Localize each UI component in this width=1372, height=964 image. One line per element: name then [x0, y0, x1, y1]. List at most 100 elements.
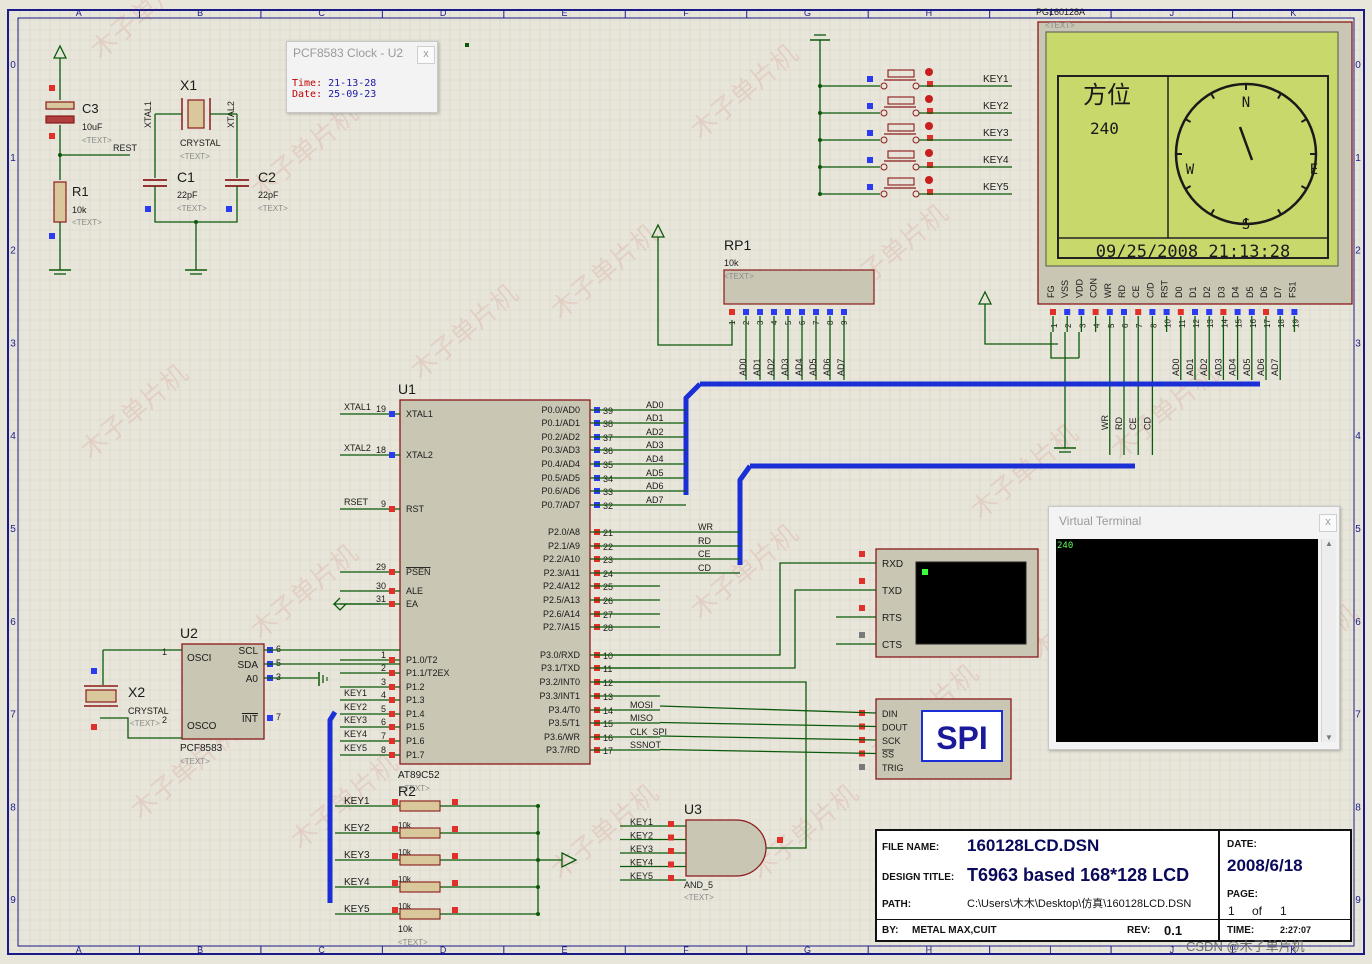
pin-marker[interactable] — [452, 826, 458, 832]
switch-led[interactable] — [925, 176, 933, 184]
pin-marker[interactable] — [859, 605, 865, 611]
pin-marker[interactable] — [1277, 309, 1284, 315]
pin-marker[interactable] — [452, 799, 458, 805]
spi-pin-name: SS — [882, 750, 894, 760]
pin-marker[interactable] — [1177, 309, 1184, 315]
pin-marker[interactable] — [743, 309, 749, 315]
pin-marker[interactable] — [668, 821, 674, 827]
pin-marker[interactable] — [668, 834, 674, 841]
pin-marker[interactable] — [1220, 309, 1227, 315]
pin-marker[interactable] — [267, 715, 273, 721]
pin-marker[interactable] — [1135, 309, 1142, 315]
and-gate-u3[interactable] — [685, 819, 767, 877]
pin-marker[interactable] — [799, 309, 805, 315]
pin-marker[interactable] — [1149, 309, 1156, 315]
scroll-up-icon[interactable]: ▲ — [1322, 539, 1336, 548]
design-title-label: DESIGN TITLE: — [882, 872, 955, 883]
pin-marker[interactable] — [226, 206, 232, 212]
pin-marker[interactable] — [867, 130, 873, 136]
pin-marker[interactable] — [389, 711, 395, 717]
u1-net-label: WR — [698, 522, 713, 532]
u1-pin-name: P1.3 — [406, 695, 425, 705]
pin-marker[interactable] — [1078, 309, 1085, 315]
clock-window[interactable]: PCF8583 Clock - U2 x Time: 21-13-28 Date… — [286, 41, 438, 113]
pin-marker[interactable] — [1163, 309, 1170, 315]
u3-text: <TEXT> — [684, 893, 714, 902]
lcd-screen[interactable] — [1045, 31, 1339, 267]
switch-led[interactable] — [925, 149, 933, 157]
pin-marker[interactable] — [729, 309, 735, 315]
pin-marker[interactable] — [1192, 309, 1198, 315]
pin-marker[interactable] — [867, 184, 873, 190]
switch-led[interactable] — [925, 68, 933, 76]
pin-marker[interactable] — [389, 752, 395, 758]
pin-marker[interactable] — [389, 506, 395, 512]
pin-marker[interactable] — [49, 85, 55, 91]
close-icon[interactable]: x — [417, 46, 435, 64]
pin-marker[interactable] — [827, 309, 833, 315]
pin-marker[interactable] — [757, 309, 763, 315]
pin-marker[interactable] — [867, 76, 873, 82]
pin-marker[interactable] — [777, 837, 783, 843]
pin-marker[interactable] — [49, 133, 55, 139]
pin-marker[interactable] — [389, 724, 395, 730]
pin-marker[interactable] — [1121, 309, 1127, 315]
pin-marker[interactable] — [771, 309, 777, 315]
pin-marker[interactable] — [91, 668, 97, 674]
scroll-down-icon[interactable]: ▼ — [1322, 733, 1336, 742]
switch-led[interactable] — [925, 122, 933, 130]
u1-net-label: CD — [698, 563, 711, 573]
schematic-canvas[interactable]: AABBCCDDEEFFGGHHIIJJKK0 01 12 23 34 45 56 67 78 8… — [0, 0, 1372, 964]
page-total: 1 — [1280, 904, 1287, 918]
terminal-scrollbar[interactable]: ▲ ▼ — [1321, 539, 1336, 742]
pin-marker[interactable] — [813, 309, 819, 315]
lcd-pin-number: 1 — [1050, 323, 1059, 328]
pin-marker[interactable] — [389, 569, 395, 575]
pin-marker[interactable] — [859, 578, 865, 584]
pin-marker[interactable] — [389, 684, 395, 690]
pin-marker[interactable] — [1106, 309, 1113, 315]
r2-text: <TEXT> — [398, 938, 428, 947]
pin-marker[interactable] — [389, 452, 395, 458]
pin-marker[interactable] — [389, 588, 395, 594]
switch-led[interactable] — [925, 95, 933, 103]
pin-marker[interactable] — [668, 861, 674, 868]
pin-marker[interactable] — [785, 309, 791, 315]
u2-pin-name: INT — [242, 714, 258, 725]
pin-marker[interactable] — [389, 738, 395, 744]
pin-marker[interactable] — [1092, 309, 1099, 315]
pin-marker[interactable] — [452, 907, 458, 913]
pin-marker[interactable] — [867, 157, 873, 163]
terminal-screen[interactable]: 240 — [1056, 539, 1318, 742]
pin-marker[interactable] — [389, 657, 395, 663]
pin-marker[interactable] — [1234, 309, 1241, 315]
pin-marker[interactable] — [1050, 309, 1056, 315]
pin-marker[interactable] — [1064, 309, 1071, 315]
pin-marker[interactable] — [1206, 309, 1213, 315]
pin-marker[interactable] — [841, 309, 847, 315]
close-icon[interactable]: x — [1319, 514, 1337, 532]
pin-marker[interactable] — [49, 233, 55, 239]
pin-marker[interactable] — [389, 670, 395, 676]
lcd-pin-name: CE — [1131, 285, 1141, 298]
schematic-sheet[interactable]: AABBCCDDEEFFGGHHIIJJKK001122334455667788… — [0, 0, 1372, 964]
pin-marker[interactable] — [1291, 309, 1298, 315]
pin-marker[interactable] — [859, 551, 865, 557]
pin-marker[interactable] — [91, 724, 97, 730]
pin-marker[interactable] — [389, 411, 395, 417]
virtual-terminal-window[interactable]: Virtual Terminal x 240 ▲ ▼ — [1048, 506, 1340, 750]
pin-marker[interactable] — [867, 103, 873, 109]
pin-marker[interactable] — [452, 853, 458, 859]
pin-marker[interactable] — [392, 799, 398, 805]
u1-pin-number: 36 — [603, 446, 613, 456]
pin-marker[interactable] — [389, 601, 395, 607]
pin-marker[interactable] — [668, 875, 674, 881]
pin-marker[interactable] — [859, 764, 865, 770]
pin-marker[interactable] — [1248, 309, 1255, 315]
pin-marker[interactable] — [859, 632, 865, 638]
pin-marker[interactable] — [1263, 309, 1269, 315]
pin-marker[interactable] — [452, 880, 458, 886]
pin-marker[interactable] — [389, 697, 395, 703]
pin-marker[interactable] — [145, 206, 151, 212]
pin-marker[interactable] — [668, 848, 674, 854]
